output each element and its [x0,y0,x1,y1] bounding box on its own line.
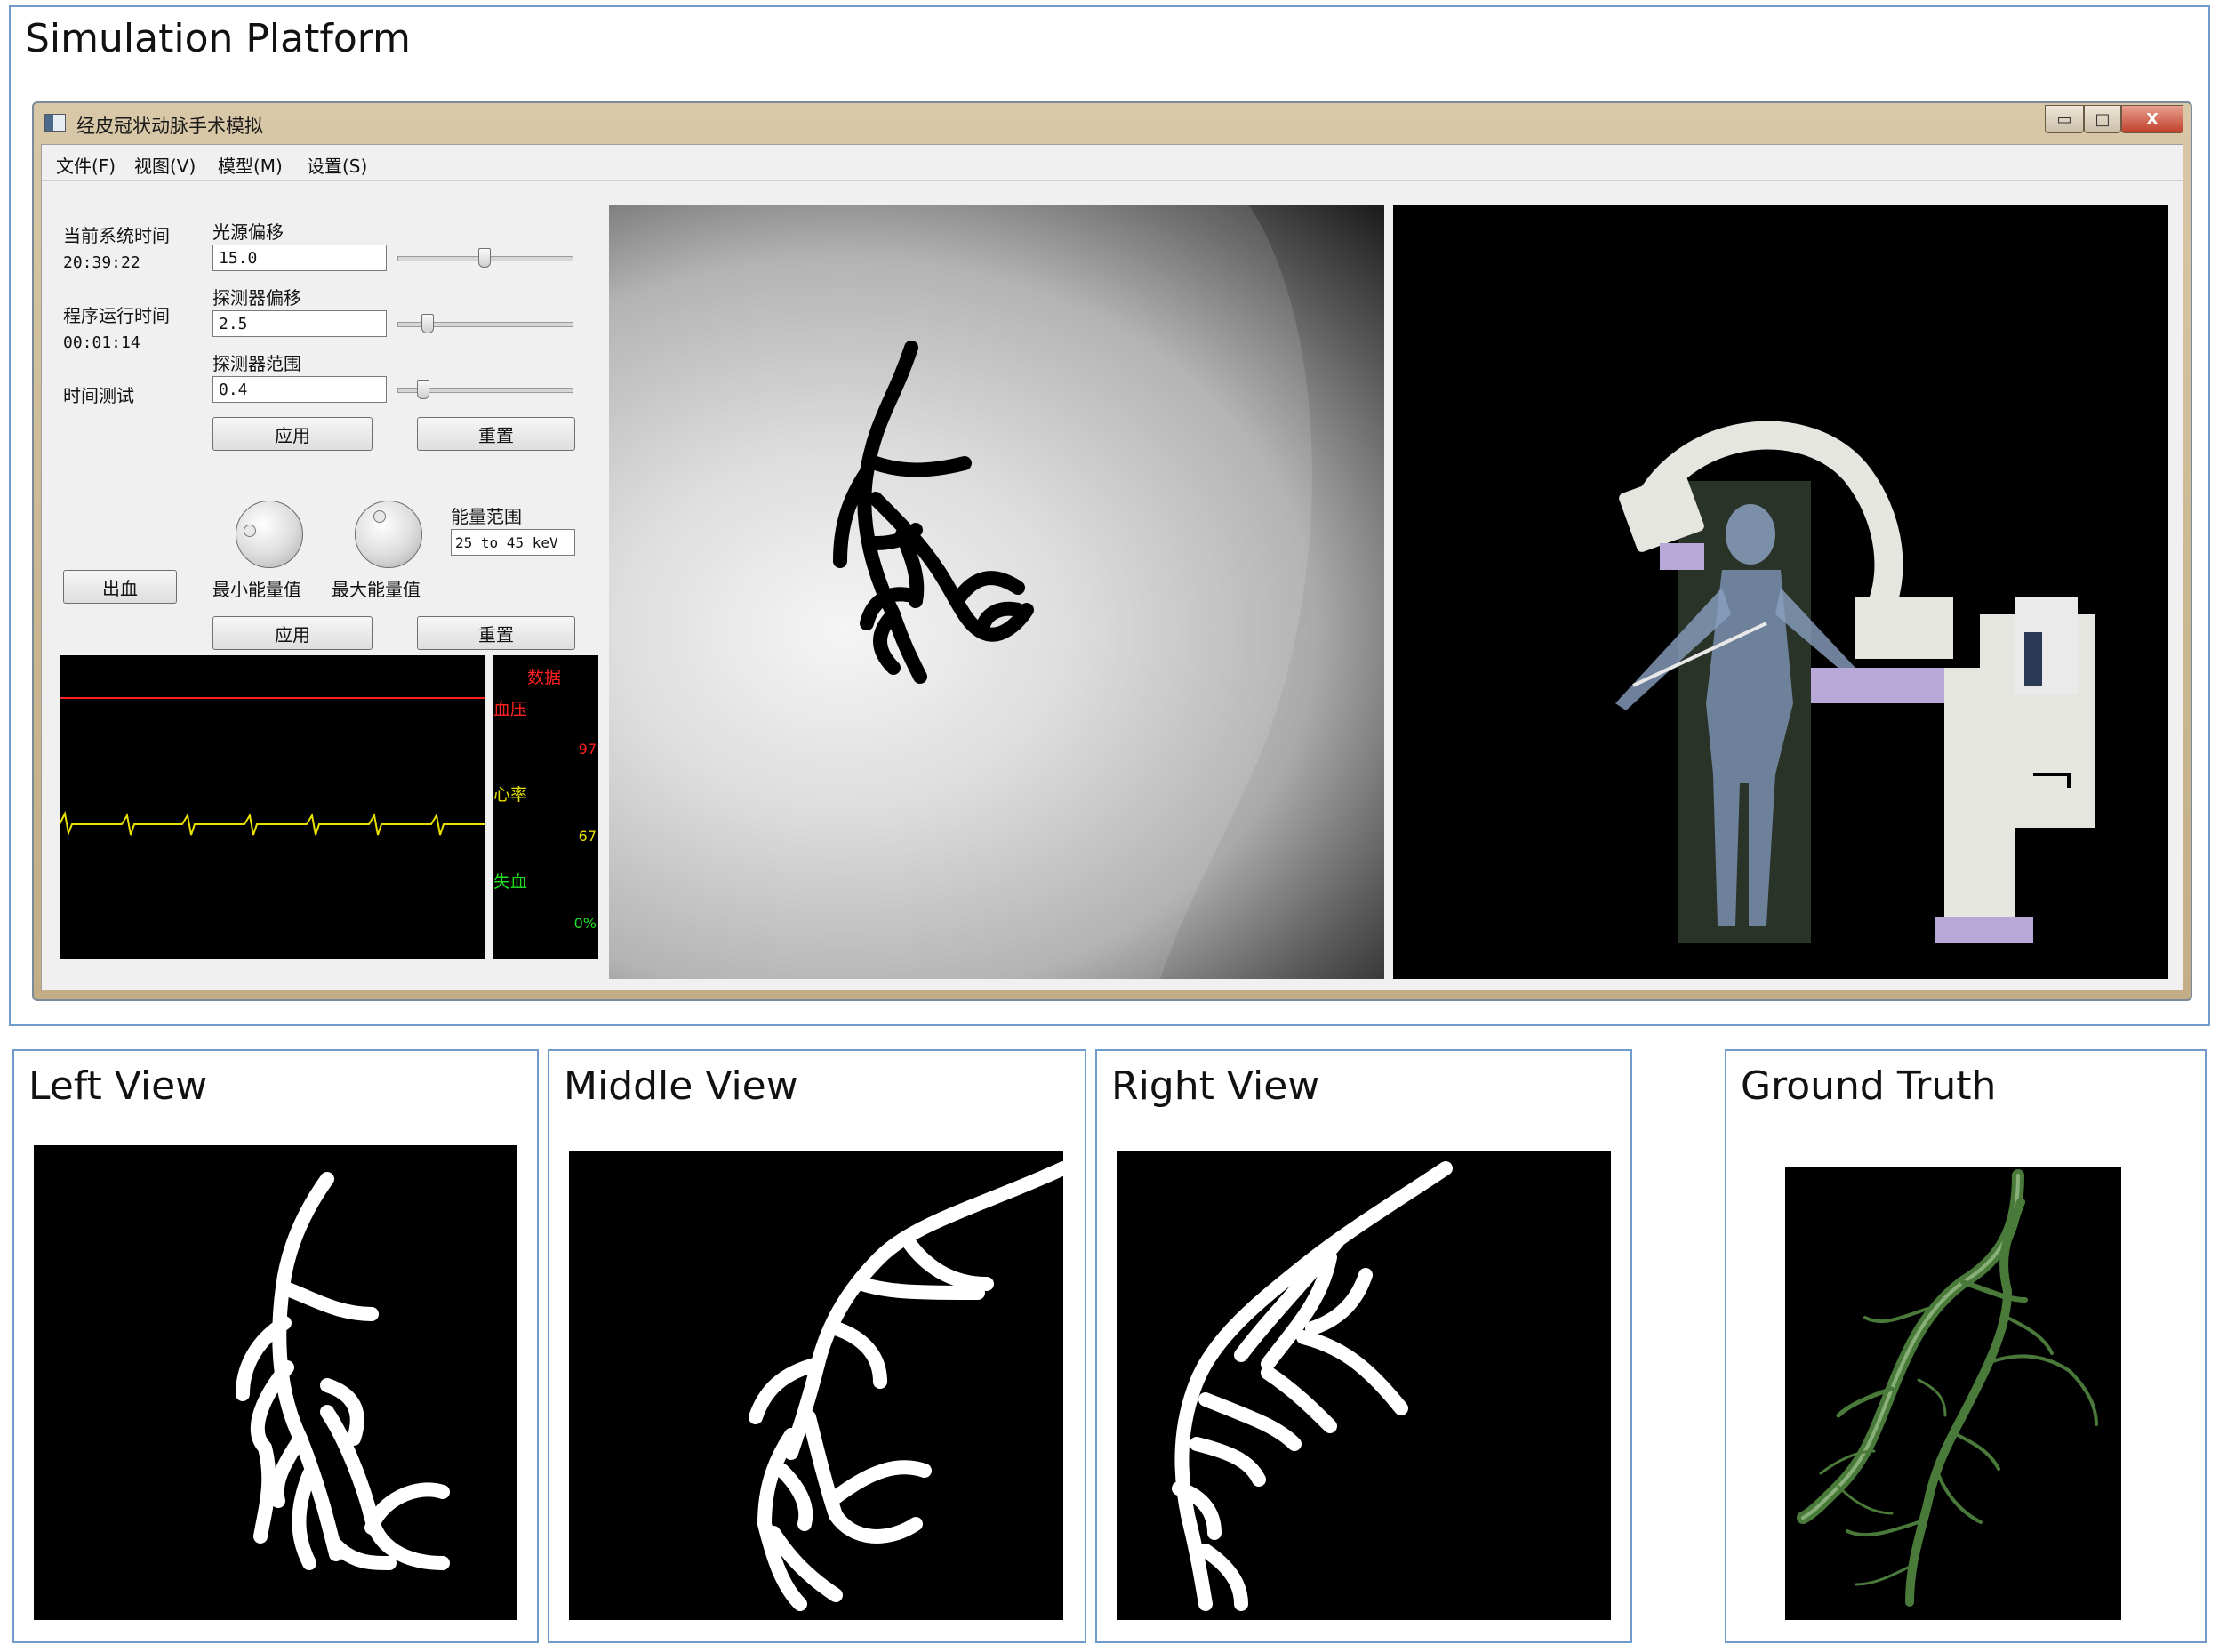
left-view-title: Left View [28,1063,208,1109]
3d-scene-view[interactable] [1393,205,2168,979]
menu-file[interactable]: 文件(F) [56,152,116,178]
detector-offset-slider-thumb[interactable] [421,314,435,333]
light-offset-label: 光源偏移 [212,221,284,243]
time-test-label: 时间测试 [63,385,134,406]
blood-loss-value: 0% [573,915,597,932]
light-offset-field[interactable]: 15.0 [212,245,387,271]
right-view-title: Right View [1111,1063,1320,1109]
energy-range-field[interactable]: 25 to 45 keV [451,529,575,556]
middle-view-panel: Middle View [548,1049,1086,1643]
knob-max-energy-indicator [373,510,386,523]
run-time-label: 程序运行时间 [63,305,170,326]
energy-range-label: 能量范围 [451,506,522,527]
vitals-panel: 数据 血压 97 心率 67 失血 0% [493,655,598,959]
middle-view-vessels [749,1161,1070,1611]
hr-value: 67 [578,828,597,845]
knob-min-energy[interactable] [236,501,303,568]
ground-truth-vessel-model [1797,1169,2098,1607]
hr-label: 心率 [493,785,528,805]
current-time-label: 当前系统时间 [63,225,170,246]
right-view-panel: Right View [1095,1049,1632,1643]
middle-view-image [569,1151,1070,1620]
left-view-panel: Left View [12,1049,539,1643]
window-client-area: 文件(F) 视图(V) 模型(M) 设置(S) 当前系统时间 20:39:22 … [41,144,2183,990]
right-view-vessels [1172,1161,1453,1611]
app-window: 经皮冠状动脉手术模拟 ▭ □ X 文件(F) 视图(V) 模型(M) 设置(S)… [32,101,2192,1001]
hr-trace [59,810,485,837]
light-offset-slider-thumb[interactable] [478,248,491,268]
reset-button-2[interactable]: 重置 [417,616,575,650]
detector-range-field[interactable]: 0.4 [212,376,387,403]
left-view-vessels [236,1172,450,1570]
menu-settings[interactable]: 设置(S) [307,152,367,178]
xray-view[interactable] [609,205,1384,979]
current-time-value: 20:39:22 [63,253,140,272]
detector-offset-field[interactable]: 2.5 [212,310,387,337]
menu-model[interactable]: 模型(M) [218,152,283,178]
menu-bar: 文件(F) 视图(V) 模型(M) 设置(S) [42,145,2183,181]
knob-max-energy[interactable] [355,501,422,568]
knob-min-energy-indicator [244,525,256,537]
bleed-button[interactable]: 出血 [63,570,177,604]
menu-view[interactable]: 视图(V) [134,152,196,178]
xray-vessel-image [609,205,1312,979]
ecg-monitor [59,655,485,959]
reset-button-1[interactable]: 重置 [417,417,575,451]
simulation-platform-title: Simulation Platform [25,16,411,61]
close-icon[interactable]: X [2121,105,2183,133]
maximize-icon[interactable]: □ [2084,105,2121,133]
detector-range-slider-thumb[interactable] [416,380,429,399]
ground-truth-title: Ground Truth [1741,1063,1997,1109]
simulation-platform-panel: Simulation Platform 经皮冠状动脉手术模拟 ▭ □ X 文件(… [9,5,2210,1026]
app-icon [44,114,66,132]
ground-truth-image [1785,1167,2121,1620]
apply-button-2[interactable]: 应用 [212,616,373,650]
min-energy-label: 最小能量值 [212,579,301,600]
minimize-icon[interactable]: ▭ [2045,105,2084,133]
ecg-waveforms [59,697,485,837]
window-title: 经皮冠状动脉手术模拟 [76,116,263,137]
detector-range-label: 探测器范围 [212,353,301,374]
run-time-value: 00:01:14 [63,333,140,352]
blood-loss-label: 失血 [493,872,528,892]
apply-button-1[interactable]: 应用 [212,417,373,451]
bp-value: 97 [578,741,597,758]
detector-offset-label: 探测器偏移 [212,287,301,309]
bp-label: 血压 [493,700,528,719]
vitals-header: 数据 [527,668,562,687]
left-view-image [34,1145,517,1620]
ground-truth-panel: Ground Truth [1725,1049,2207,1643]
max-energy-label: 最大能量值 [332,579,421,600]
middle-view-title: Middle View [564,1063,798,1109]
right-view-image [1117,1151,1611,1620]
3d-c-arm-scene [1615,421,2095,943]
